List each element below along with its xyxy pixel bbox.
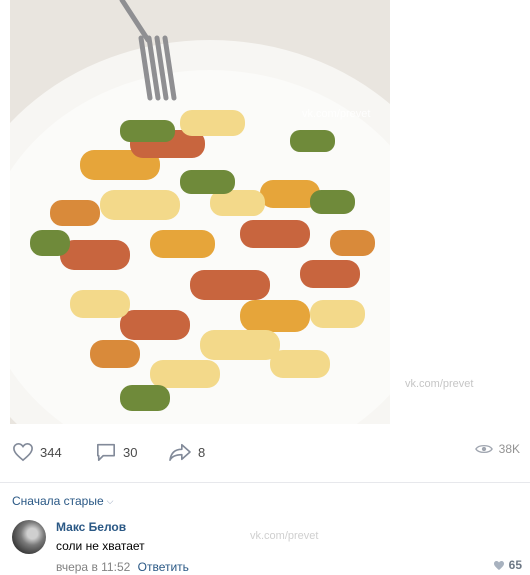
avatar[interactable] — [12, 520, 46, 554]
eye-icon — [474, 444, 493, 454]
heart-filled-icon — [493, 560, 504, 570]
comment-watermark: vk.com/prevet — [250, 530, 319, 542]
heart-outline-icon — [13, 442, 33, 462]
pasta-plate-illustration — [10, 0, 390, 424]
comment-text: соли не хватает — [56, 539, 145, 553]
comment-author[interactable]: Макс Белов — [56, 520, 126, 534]
share-button[interactable]: 8 — [168, 442, 205, 462]
comments-sort-label: Сначала старые — [12, 494, 104, 508]
photo-watermark: vk.com/prevet — [302, 108, 371, 120]
comment-button[interactable]: 30 — [95, 442, 137, 462]
views-counter: 38K — [474, 442, 520, 456]
chevron-down-icon: ⌵ — [106, 495, 114, 506]
share-count: 8 — [198, 444, 206, 460]
post-photo-area: vk.com/prevet vk.com/prevet — [0, 0, 530, 424]
comment-like-count: 65 — [508, 558, 522, 572]
views-count: 38K — [498, 442, 520, 456]
comment-item: Макс Белов соли не хватает вчера в 11:52… — [12, 520, 522, 575]
like-count: 344 — [40, 444, 62, 460]
comment-bubble-icon — [97, 443, 115, 461]
share-arrow-icon — [169, 443, 191, 461]
like-button[interactable]: 344 — [12, 442, 62, 462]
comment-time[interactable]: вчера в 11:52 — [56, 560, 130, 574]
comment-meta: вчера в 11:52 Ответить — [56, 560, 189, 574]
photo-watermark-2: vk.com/prevet — [405, 378, 474, 390]
reply-link[interactable]: Ответить — [138, 560, 189, 574]
comment-like-button[interactable]: 65 — [493, 558, 522, 572]
post-actions-bar: 344 30 8 38K — [0, 424, 530, 483]
comments-sort-dropdown[interactable]: Сначала старые ⌵ — [12, 494, 113, 508]
comment-count: 30 — [123, 444, 138, 460]
post-photo[interactable] — [10, 0, 390, 424]
